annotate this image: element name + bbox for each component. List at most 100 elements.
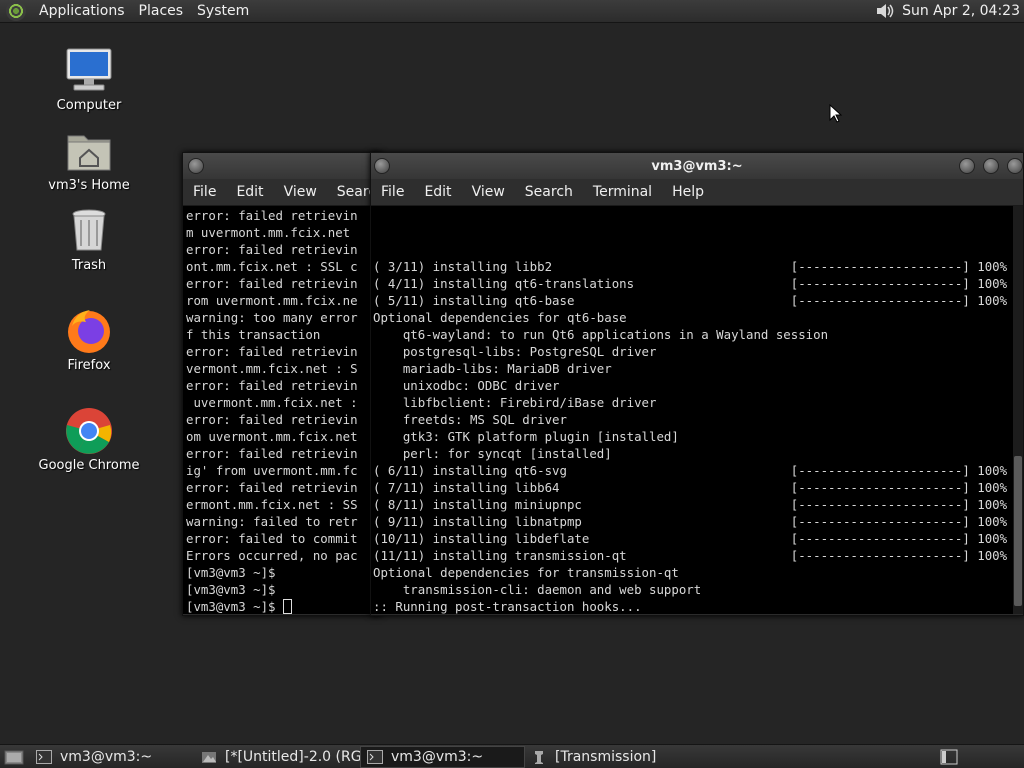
- desktop-icon-label: Google Chrome: [38, 458, 140, 473]
- terminal-line: error: failed retrievin: [186, 242, 358, 257]
- desktop-icon-label: Firefox: [67, 358, 111, 373]
- speaker-icon[interactable]: [874, 1, 896, 21]
- terminal-line: ( 9/11) installing libnatpmp [----------…: [373, 514, 1008, 529]
- terminal-line: ( 5/11) installing qt6-base [-----------…: [373, 293, 1008, 308]
- terminal-line: [vm3@vm3 ~]$: [186, 582, 276, 597]
- front-terminal-output[interactable]: ( 3/11) installing libb2 [--------------…: [371, 206, 1023, 614]
- back-terminal-menubar: File Edit View Search: [183, 179, 385, 206]
- terminal-line: gtk3: GTK platform plugin [installed]: [373, 429, 679, 444]
- minimize-button[interactable]: [959, 158, 975, 174]
- places-menu[interactable]: Places: [132, 3, 191, 19]
- terminal-line: [vm3@vm3 ~]$: [186, 565, 276, 580]
- terminal-icon: [36, 749, 52, 764]
- terminal-line: error: failed retrievin: [186, 446, 358, 461]
- terminal-line: error: failed retrievin: [186, 480, 358, 495]
- applications-menu[interactable]: Applications: [32, 3, 132, 19]
- terminal-line: [vm3@vm3 ~]$: [186, 598, 381, 614]
- terminal-line: vermont.mm.fcix.net : S: [186, 361, 358, 376]
- menu-edit[interactable]: Edit: [414, 184, 461, 200]
- terminal-line: warning: failed to retr: [186, 514, 358, 529]
- desktop-icon[interactable]: [4, 748, 26, 766]
- back-terminal-output[interactable]: error: failed retrievin m uvermont.mm.fci…: [183, 206, 381, 614]
- task-label: [*[Untitled]-2.0 (RGB…: [225, 748, 360, 765]
- taskbar-task-gimp[interactable]: [*[Untitled]-2.0 (RGB…: [195, 746, 360, 768]
- menu-view[interactable]: View: [274, 184, 327, 200]
- menu-file[interactable]: File: [371, 184, 414, 200]
- desktop-icon-label: vm3's Home: [48, 178, 130, 193]
- trash-icon: [72, 209, 106, 251]
- home-folder-icon: [67, 135, 111, 171]
- system-menu[interactable]: System: [190, 3, 256, 19]
- terminal-line: ig' from uvermont.mm.fc: [186, 463, 358, 478]
- terminal-line: freetds: MS SQL driver: [373, 412, 567, 427]
- menu-view[interactable]: View: [462, 184, 515, 200]
- terminal-icon: [367, 749, 383, 764]
- menu-file[interactable]: File: [183, 184, 226, 200]
- desktop-icon-home[interactable]: vm3's Home: [34, 126, 144, 193]
- desktop-icon-label: Trash: [71, 258, 107, 273]
- taskbar-task-transmission[interactable]: [Transmission]: [525, 746, 695, 768]
- gimp-icon: [202, 751, 216, 763]
- menu-search[interactable]: Search: [515, 184, 583, 200]
- terminal-line: error: failed retrievin: [186, 344, 358, 359]
- terminal-line: f this transaction: [186, 327, 321, 342]
- taskbar-task-terminal-2[interactable]: vm3@vm3:~: [360, 745, 525, 768]
- menu-help[interactable]: Help: [662, 184, 714, 200]
- terminal-line: ( 3/11) installing libb2 [--------------…: [373, 259, 1008, 274]
- terminal-line: Errors occurred, no pac: [186, 548, 358, 563]
- terminal-line: (11/11) installing transmission-qt [----…: [373, 548, 1008, 563]
- terminal-line: ont.mm.fcix.net : SSL c: [186, 259, 358, 274]
- desktop-icon-firefox[interactable]: Firefox: [34, 306, 144, 373]
- transmission-icon: [535, 750, 543, 764]
- menu-edit[interactable]: Edit: [226, 184, 273, 200]
- terminal-line: :: Running post-transaction hooks...: [373, 599, 642, 614]
- terminal-line: qt6-wayland: to run Qt6 applications in …: [373, 327, 829, 342]
- terminal-line: ( 7/11) installing libb64 [-------------…: [373, 480, 1008, 495]
- terminal-line: error: failed retrievin: [186, 208, 358, 223]
- task-label: vm3@vm3:~: [60, 748, 153, 765]
- terminal-line: Optional dependencies for qt6-base: [373, 310, 627, 325]
- terminal-line: error: failed to commit: [186, 531, 358, 546]
- desktop-icon-trash[interactable]: Trash: [34, 206, 144, 273]
- firefox-icon: [68, 310, 110, 353]
- back-terminal-window[interactable]: File Edit View Search error: failed retr…: [182, 152, 385, 616]
- back-terminal-titlebar[interactable]: [183, 153, 381, 179]
- terminal-cursor: [282, 599, 292, 614]
- terminal-line: mariadb-libs: MariaDB driver: [373, 361, 612, 376]
- task-label: vm3@vm3:~: [391, 748, 484, 765]
- desktop-icon-label: Computer: [56, 98, 122, 113]
- terminal-line: warning: too many error: [186, 310, 358, 325]
- window-menu-button[interactable]: [188, 158, 204, 174]
- distro-logo-icon[interactable]: [6, 1, 26, 21]
- terminal-line: m uvermont.mm.fcix.net: [186, 225, 351, 240]
- maximize-button[interactable]: [983, 158, 999, 174]
- workspace-switcher-icon[interactable]: [940, 749, 958, 765]
- mouse-pointer-icon: [829, 104, 843, 123]
- terminal-line: ( 6/11) installing qt6-svg [------------…: [373, 463, 1008, 478]
- terminal-line: perl: for syncqt [installed]: [373, 446, 612, 461]
- taskbar-task-terminal-1[interactable]: vm3@vm3:~: [30, 746, 195, 768]
- terminal-line: unixodbc: ODBC driver: [373, 378, 560, 393]
- terminal-line: error: failed retrievin: [186, 412, 358, 427]
- terminal-line: ( 8/11) installing miniupnpc [----------…: [373, 497, 1008, 512]
- window-title: vm3@vm3:~: [651, 158, 743, 174]
- front-terminal-window[interactable]: vm3@vm3:~ File Edit View Search Terminal…: [370, 152, 1024, 616]
- terminal-scrollbar[interactable]: [1013, 206, 1023, 614]
- terminal-line: libfbclient: Firebird/iBase driver: [373, 395, 657, 410]
- taskbar: vm3@vm3:~ [*[Untitled]-2.0 (RGB… vm3@vm3…: [0, 744, 1024, 768]
- desktop-icon-chrome[interactable]: Google Chrome: [34, 406, 144, 473]
- terminal-line: uvermont.mm.fcix.net :: [186, 395, 358, 410]
- scrollbar-thumb[interactable]: [1014, 456, 1022, 606]
- chrome-icon: [66, 408, 112, 454]
- clock[interactable]: Sun Apr 2, 04:23: [902, 3, 1024, 19]
- close-button[interactable]: [1007, 158, 1023, 174]
- front-terminal-menubar: File Edit View Search Terminal Help: [371, 179, 1023, 206]
- menu-terminal[interactable]: Terminal: [583, 184, 662, 200]
- terminal-line: Optional dependencies for transmission-q…: [373, 565, 679, 580]
- desktop-icon-computer[interactable]: Computer: [34, 46, 144, 113]
- top-panel: Applications Places System Sun Apr 2, 04…: [0, 0, 1024, 23]
- terminal-line: ( 4/11) installing qt6-translations [---…: [373, 276, 1008, 291]
- front-terminal-titlebar[interactable]: vm3@vm3:~: [371, 153, 1023, 179]
- terminal-line: error: failed retrievin: [186, 378, 358, 393]
- terminal-line: rom uvermont.mm.fcix.ne: [186, 293, 358, 308]
